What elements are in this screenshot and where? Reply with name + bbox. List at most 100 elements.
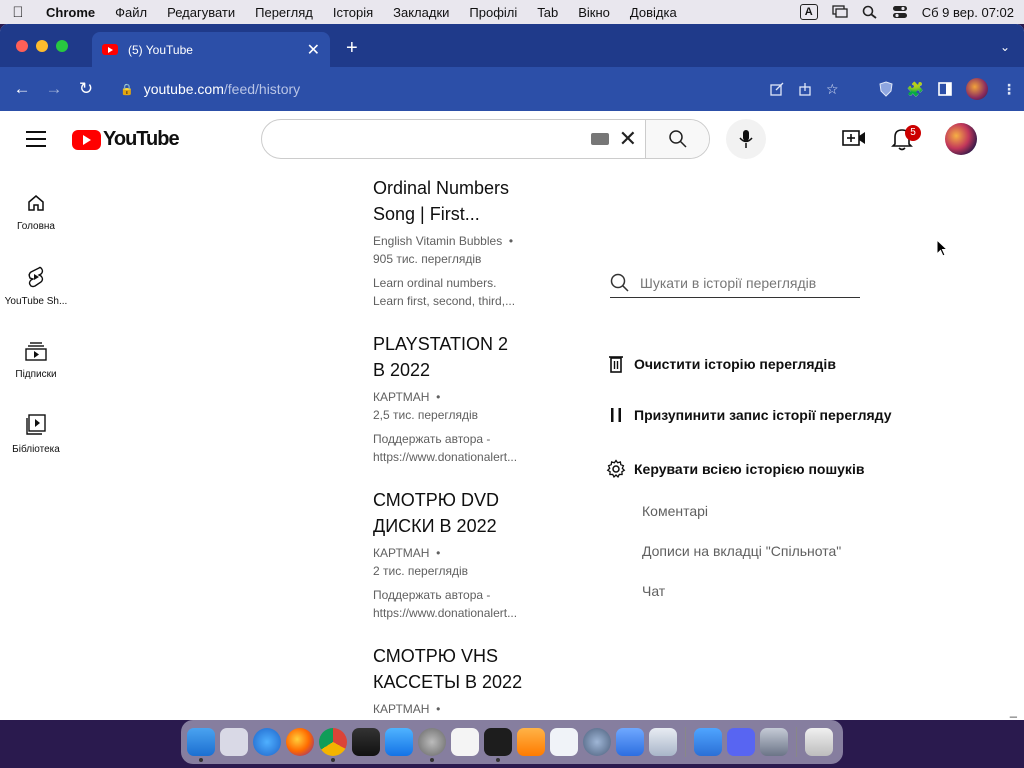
terminal-icon[interactable] (484, 728, 512, 762)
video-title-line[interactable]: Ordinal Numbers (373, 175, 553, 201)
video-title-line[interactable]: В 2022 (373, 357, 553, 383)
proxy-app-icon[interactable] (583, 728, 611, 756)
video-channel-name[interactable]: КАРТМАН • (373, 388, 553, 406)
lock-icon[interactable]: 🔒 (120, 83, 134, 96)
keyboard-icon[interactable] (590, 133, 609, 145)
new-tab-button[interactable]: + (346, 38, 358, 58)
firefox-icon[interactable] (286, 728, 314, 756)
menu-tab[interactable]: Tab (527, 5, 568, 20)
control-center-icon[interactable] (892, 5, 908, 19)
comments-link[interactable]: Коментарі (642, 503, 708, 519)
live-chat-link[interactable]: Чат (642, 583, 665, 599)
address-bar[interactable]: 🔒 youtube.com/feed/history (108, 73, 858, 105)
reload-button[interactable]: ↻ (70, 79, 102, 99)
weather-icon[interactable] (694, 728, 722, 756)
input-source-indicator[interactable]: A (799, 4, 818, 20)
community-posts-link[interactable]: Дописи на вкладці "Спільнота" (642, 543, 841, 559)
list-item[interactable]: PLAYSTATION 2 В 2022 КАРТМАН • 2,5 тис. … (373, 331, 553, 487)
menu-edit[interactable]: Редагувати (157, 5, 245, 20)
youtube-logo[interactable]: YouTube (72, 128, 180, 151)
list-item[interactable]: Ordinal Numbers Song | First... English … (373, 175, 553, 331)
zoom-window-button[interactable] (56, 40, 68, 52)
launchpad-icon[interactable] (220, 728, 248, 756)
menu-bookmarks[interactable]: Закладки (383, 5, 459, 20)
safari-icon[interactable] (253, 728, 281, 756)
youtube-favicon-icon (102, 44, 118, 55)
spotlight-search-icon[interactable] (862, 5, 878, 19)
dock-separator (685, 727, 686, 757)
video-title-line[interactable]: PLAYSTATION 2 (373, 331, 553, 357)
forward-button[interactable]: → (38, 79, 70, 99)
voice-search-button[interactable] (726, 119, 766, 159)
guide-item-library[interactable]: Бібліотека (0, 397, 72, 471)
history-search-input[interactable] (630, 268, 860, 297)
menubar-clock[interactable]: Сб 9 вер. 07:02 (922, 5, 1014, 20)
menu-window[interactable]: Вікно (568, 5, 620, 20)
apple-menu-icon[interactable]:  (0, 4, 36, 21)
share-icon[interactable] (798, 82, 812, 96)
mail-icon[interactable] (616, 728, 644, 756)
guide-item-label: Підписки (15, 368, 57, 380)
system-settings-icon[interactable] (418, 728, 446, 762)
tab-search-chevron-icon[interactable]: ⌄ (1000, 40, 1010, 54)
menu-file[interactable]: Файл (105, 5, 157, 20)
search-icon[interactable] (610, 273, 630, 293)
minimize-window-button[interactable] (36, 40, 48, 52)
finder-icon[interactable] (187, 728, 215, 762)
search-button[interactable] (645, 120, 709, 158)
menu-view[interactable]: Перегляд (245, 5, 323, 20)
list-item[interactable]: СМОТРЮ VHS КАССЕТЫ В 2022 КАРТМАН • (373, 643, 553, 720)
vscode-icon[interactable] (550, 728, 578, 756)
video-title-line[interactable]: ДИСКИ В 2022 (373, 513, 553, 539)
chrome-menu-icon[interactable]: ⋮ (1002, 81, 1016, 98)
notification-count-badge: 5 (905, 125, 921, 141)
chrome-icon[interactable] (319, 728, 347, 762)
search-input[interactable] (262, 120, 591, 158)
screenshot-icon[interactable] (760, 728, 788, 756)
tab-close-icon[interactable]: ✕ (307, 40, 320, 60)
scroll-handle-icon[interactable]: ☰ (1009, 716, 1018, 720)
clear-search-icon[interactable]: ✕ (619, 128, 637, 150)
clear-history-button[interactable]: Очистити історію переглядів (606, 355, 836, 373)
menu-profiles[interactable]: Профілі (459, 5, 527, 20)
library-icon (26, 413, 46, 435)
video-title-line[interactable]: СМОТРЮ VHS (373, 643, 553, 669)
menu-history[interactable]: Історія (323, 5, 383, 20)
guitar-app-icon[interactable] (352, 728, 380, 756)
guide-menu-icon[interactable] (26, 131, 46, 152)
preview-icon[interactable] (649, 728, 677, 756)
video-channel-name[interactable]: English Vitamin Bubbles • (373, 232, 553, 250)
search-box: ✕ (261, 119, 710, 159)
guide-item-home[interactable]: Головна (0, 175, 72, 249)
video-title-line[interactable]: Song | First... (373, 201, 553, 227)
bookmark-star-icon[interactable]: ☆ (826, 81, 839, 98)
close-window-button[interactable] (16, 40, 28, 52)
side-panel-icon[interactable] (938, 82, 952, 96)
video-channel-name[interactable]: КАРТМАН • (373, 700, 553, 718)
guide-item-shorts[interactable]: YouTube Sh... (0, 249, 72, 323)
video-channel-name[interactable]: КАРТМАН • (373, 544, 553, 562)
menu-help[interactable]: Довідка (620, 5, 687, 20)
video-title-line[interactable]: КАССЕТЫ В 2022 (373, 669, 553, 695)
tab-youtube[interactable]: (5) YouTube ✕ (92, 32, 330, 67)
notes-icon[interactable] (451, 728, 479, 756)
guide-item-subscriptions[interactable]: Підписки (0, 323, 72, 397)
open-in-app-icon[interactable] (770, 82, 784, 96)
list-item[interactable]: СМОТРЮ DVD ДИСКИ В 2022 КАРТМАН • 2 тис.… (373, 487, 553, 643)
vlc-icon[interactable] (517, 728, 545, 756)
app-store-icon[interactable] (385, 728, 413, 756)
screen-mirroring-icon[interactable] (832, 5, 848, 19)
account-avatar[interactable] (945, 123, 977, 155)
back-button[interactable]: ← (6, 79, 38, 99)
create-video-icon[interactable] (842, 129, 866, 147)
manage-search-history-button[interactable]: Керувати всією історією пошуків (606, 459, 864, 479)
shield-extension-icon[interactable] (879, 81, 893, 97)
profile-avatar-icon[interactable] (966, 78, 988, 100)
trash-icon[interactable] (805, 728, 833, 756)
video-title-line[interactable]: СМОТРЮ DVD (373, 487, 553, 513)
menu-app-name[interactable]: Chrome (36, 5, 105, 20)
extensions-puzzle-icon[interactable]: 🧩 (907, 81, 924, 98)
pause-history-button[interactable]: Призупинити запис історії перегляду (606, 407, 892, 423)
discord-icon[interactable] (727, 728, 755, 756)
mini-guide: Головна YouTube Sh... Підписки Бібліотек… (0, 175, 72, 471)
